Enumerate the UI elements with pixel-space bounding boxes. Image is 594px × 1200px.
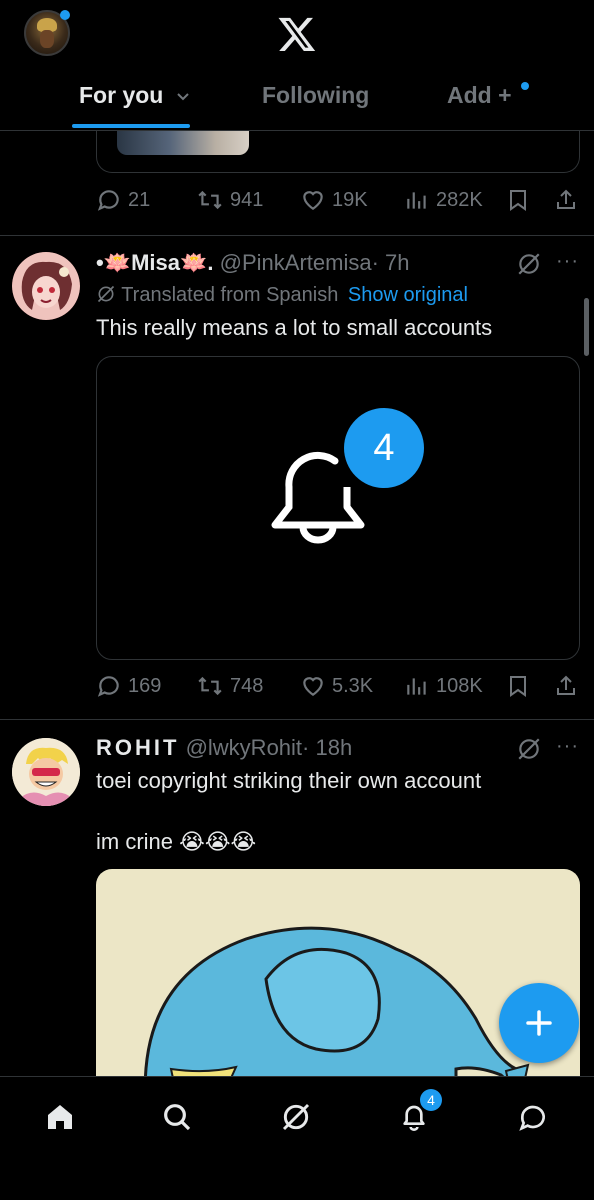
like-button[interactable]: 19K bbox=[300, 183, 368, 217]
share-icon bbox=[557, 675, 575, 695]
tab-for-you-label: For you bbox=[79, 82, 164, 108]
reply-button[interactable]: 169 bbox=[96, 669, 161, 703]
bookmark-icon bbox=[510, 676, 526, 697]
grok-icon bbox=[282, 1103, 310, 1131]
repost-button[interactable]: 748 bbox=[196, 669, 263, 703]
repost-button[interactable]: 941 bbox=[196, 183, 263, 217]
share-button[interactable] bbox=[554, 669, 578, 703]
search-icon bbox=[164, 1104, 191, 1131]
grok-icon[interactable] bbox=[516, 251, 542, 277]
notification-count-badge: 4 bbox=[420, 1089, 442, 1111]
post-divider bbox=[0, 235, 594, 236]
post2-avatar[interactable] bbox=[12, 738, 80, 806]
post2-text-line1: toei copyright striking their own accoun… bbox=[96, 768, 482, 793]
share-button[interactable] bbox=[554, 183, 578, 217]
profile-notification-dot bbox=[60, 10, 70, 20]
nav-grok[interactable] bbox=[276, 1097, 316, 1137]
add-tab-dot bbox=[521, 82, 529, 90]
views-count: 108K bbox=[436, 674, 483, 697]
post1-actions: 169 748 5.3K 108K bbox=[96, 669, 586, 703]
tab-add-label: Add + bbox=[447, 82, 512, 108]
post1-avatar[interactable] bbox=[12, 252, 80, 320]
home-icon bbox=[48, 1105, 72, 1129]
tab-following[interactable]: Following bbox=[262, 82, 369, 109]
post-divider bbox=[0, 719, 594, 720]
post2-handle[interactable]: @lwkyRohit bbox=[186, 735, 302, 760]
post2-time: · 18h bbox=[302, 735, 353, 760]
post0-actions: 21 941 19K 282K bbox=[96, 183, 586, 217]
x-logo-icon[interactable] bbox=[276, 14, 318, 54]
elephant-illustration bbox=[143, 926, 530, 1109]
bottom-nav bbox=[0, 1076, 594, 1200]
post0-media[interactable] bbox=[96, 131, 580, 173]
views-count: 282K bbox=[436, 188, 483, 211]
post1-time: · 7h bbox=[371, 250, 410, 275]
bookmark-button[interactable] bbox=[506, 669, 530, 703]
views-button[interactable]: 108K bbox=[404, 669, 483, 703]
like-icon bbox=[303, 677, 323, 696]
reply-button[interactable]: 21 bbox=[96, 183, 150, 217]
like-count: 5.3K bbox=[332, 674, 374, 697]
bookmark-icon bbox=[510, 190, 526, 211]
tab-add[interactable]: Add + bbox=[447, 82, 512, 109]
post2-media[interactable] bbox=[96, 869, 580, 1109]
messages-icon bbox=[519, 1105, 545, 1131]
repost-icon bbox=[198, 676, 222, 696]
nav-home[interactable] bbox=[40, 1097, 80, 1137]
show-original-link[interactable]: Show original bbox=[348, 284, 468, 306]
post1-handle[interactable]: @PinkArtemisa bbox=[220, 250, 372, 275]
views-icon bbox=[407, 192, 426, 209]
translated-label: Translated from Spanish bbox=[121, 284, 339, 306]
top-header: For you Following Add + bbox=[0, 0, 594, 131]
more-icon[interactable]: ··· bbox=[556, 735, 579, 758]
like-icon bbox=[303, 191, 323, 210]
post1-media[interactable] bbox=[96, 356, 580, 660]
repost-count: 748 bbox=[230, 674, 264, 697]
post2-header: ROHIT @lwkyRohit· 18h bbox=[96, 735, 352, 761]
bookmark-button[interactable] bbox=[506, 183, 530, 217]
chevron-down-icon bbox=[177, 93, 189, 101]
active-tab-indicator bbox=[72, 124, 190, 128]
grok-icon bbox=[97, 285, 115, 303]
post2-avatar-art bbox=[12, 738, 80, 806]
compose-button[interactable] bbox=[499, 983, 579, 1063]
reply-icon bbox=[97, 190, 119, 211]
post1-avatar-art bbox=[12, 252, 80, 320]
post2-display-name[interactable]: ROHIT bbox=[96, 735, 179, 760]
grok-icon[interactable] bbox=[516, 736, 542, 762]
reply-count: 169 bbox=[128, 674, 162, 697]
tab-for-you[interactable]: For you bbox=[79, 82, 190, 109]
more-icon[interactable]: ··· bbox=[556, 250, 579, 273]
like-count: 19K bbox=[332, 188, 368, 211]
like-button[interactable]: 5.3K bbox=[300, 669, 373, 703]
post1-display-name[interactable]: •🪷Misa🪷. bbox=[96, 250, 214, 275]
views-button[interactable]: 282K bbox=[404, 183, 483, 217]
post0-media-thumbnail bbox=[117, 131, 249, 155]
media-bell-badge: 4 bbox=[344, 408, 424, 488]
scrollbar[interactable] bbox=[584, 298, 589, 356]
repost-icon bbox=[198, 190, 222, 210]
post1-translation-line: Translated from Spanish Show original bbox=[96, 284, 468, 307]
reply-icon bbox=[97, 676, 119, 697]
repost-count: 941 bbox=[230, 188, 264, 211]
reply-count: 21 bbox=[128, 188, 151, 211]
post1-header: •🪷Misa🪷. @PinkArtemisa· 7h bbox=[96, 250, 410, 276]
views-icon bbox=[407, 678, 426, 695]
post1-text: This really means a lot to small account… bbox=[96, 315, 493, 340]
plus-icon bbox=[526, 1010, 552, 1036]
post2-text-line2: im crine 😭😭😭 bbox=[96, 829, 257, 854]
share-icon bbox=[557, 189, 575, 209]
nav-search[interactable] bbox=[157, 1097, 197, 1137]
tab-following-label: Following bbox=[262, 82, 370, 108]
nav-messages[interactable] bbox=[513, 1097, 553, 1137]
